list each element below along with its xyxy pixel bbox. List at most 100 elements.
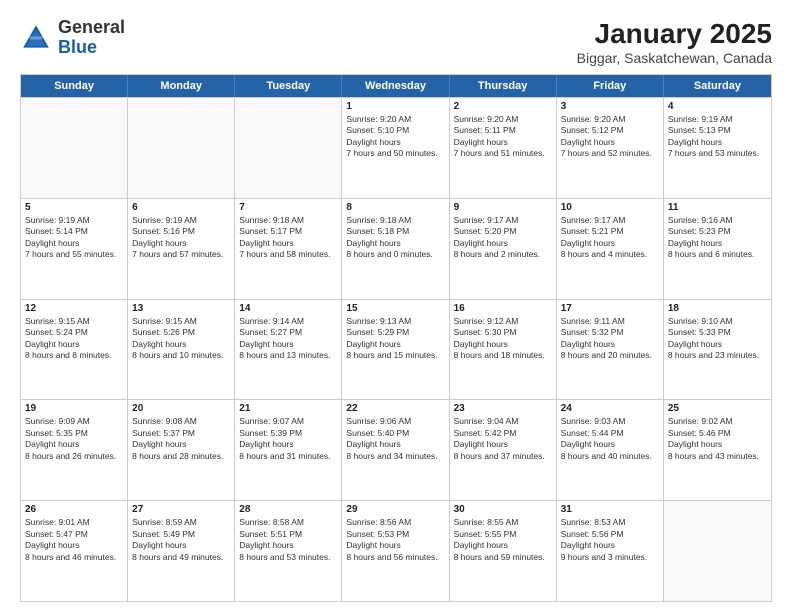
calendar-title: January 2025 <box>577 18 772 50</box>
day-number: 12 <box>25 303 123 314</box>
calendar-cell: 13 Sunrise: 9:15 AMSunset: 5:26 PMDayligh… <box>128 300 235 400</box>
cell-info: Sunrise: 9:12 AMSunset: 5:30 PMDaylight … <box>454 316 552 362</box>
cell-info: Sunrise: 9:01 AMSunset: 5:47 PMDaylight … <box>25 517 123 563</box>
calendar-cell: 27 Sunrise: 8:59 AMSunset: 5:49 PMDayligh… <box>128 501 235 601</box>
cell-info: Sunrise: 8:53 AMSunset: 5:56 PMDaylight … <box>561 517 659 563</box>
calendar-week-5: 26Sunrise: 9:01 AMSunset: 5:47 PMDayligh… <box>21 500 771 601</box>
day-header-monday: Monday <box>128 75 235 97</box>
day-number: 30 <box>454 504 552 515</box>
day-number: 19 <box>25 403 123 414</box>
calendar-cell: 21 Sunrise: 9:07 AMSunset: 5:39 PMDayligh… <box>235 400 342 500</box>
day-number: 15 <box>346 303 444 314</box>
day-number: 1 <box>346 101 444 112</box>
day-header-sunday: Sunday <box>21 75 128 97</box>
calendar-cell: 8Sunrise: 9:18 AMSunset: 5:18 PMDaylight… <box>342 199 449 299</box>
day-number: 28 <box>239 504 337 515</box>
logo-blue: Blue <box>58 37 97 57</box>
calendar: Sunday Monday Tuesday Wednesday Thursday… <box>20 74 772 602</box>
calendar-cell: 18 Sunrise: 9:10 AMSunset: 5:33 PMDayligh… <box>664 300 771 400</box>
day-number: 21 <box>239 403 337 414</box>
cell-info: Sunrise: 9:18 AMSunset: 5:17 PMDaylight … <box>239 215 337 261</box>
day-number: 29 <box>346 504 444 515</box>
calendar-cell: 20Sunrise: 9:08 AMSunset: 5:37 PMDayligh… <box>128 400 235 500</box>
day-number: 16 <box>454 303 552 314</box>
calendar-header-row: Sunday Monday Tuesday Wednesday Thursday… <box>21 75 771 97</box>
page: General Blue January 2025 Biggar, Saskat… <box>0 0 792 612</box>
cell-info: Sunrise: 9:19 AMSunset: 5:14 PMDaylight … <box>25 215 123 261</box>
day-number: 31 <box>561 504 659 515</box>
calendar-cell: 19Sunrise: 9:09 AMSunset: 5:35 PMDayligh… <box>21 400 128 500</box>
cell-info: Sunrise: 9:19 AMSunset: 5:16 PMDaylight … <box>132 215 230 261</box>
day-header-friday: Friday <box>557 75 664 97</box>
day-number: 11 <box>668 202 767 213</box>
logo: General Blue <box>20 18 125 58</box>
cell-info: Sunrise: 9:11 AMSunset: 5:32 PMDaylight … <box>561 316 659 362</box>
day-number: 20 <box>132 403 230 414</box>
calendar-cell: 17 Sunrise: 9:11 AMSunset: 5:32 PMDayligh… <box>557 300 664 400</box>
logo-text: General Blue <box>58 18 125 58</box>
logo-icon <box>20 22 52 54</box>
day-number: 23 <box>454 403 552 414</box>
calendar-cell: 12Sunrise: 9:15 AMSunset: 5:24 PMDayligh… <box>21 300 128 400</box>
day-number: 17 <box>561 303 659 314</box>
header: General Blue January 2025 Biggar, Saskat… <box>20 18 772 66</box>
day-number: 24 <box>561 403 659 414</box>
day-number: 13 <box>132 303 230 314</box>
day-number: 7 <box>239 202 337 213</box>
cell-info: Sunrise: 9:19 AMSunset: 5:13 PMDaylight … <box>668 114 767 160</box>
cell-info: Sunrise: 8:59 AMSunset: 5:49 PMDaylight … <box>132 517 230 563</box>
calendar-cell: 30 Sunrise: 8:55 AMSunset: 5:55 PMDayligh… <box>450 501 557 601</box>
calendar-cell: 25 Sunrise: 9:02 AMSunset: 5:46 PMDayligh… <box>664 400 771 500</box>
calendar-cell: 24 Sunrise: 9:03 AMSunset: 5:44 PMDayligh… <box>557 400 664 500</box>
calendar-cell: 29 Sunrise: 8:56 AMSunset: 5:53 PMDayligh… <box>342 501 449 601</box>
day-number: 18 <box>668 303 767 314</box>
day-number: 10 <box>561 202 659 213</box>
calendar-cell: 5 Sunrise: 9:19 AMSunset: 5:14 PMDaylight… <box>21 199 128 299</box>
day-header-tuesday: Tuesday <box>235 75 342 97</box>
cell-info: Sunrise: 9:04 AMSunset: 5:42 PMDaylight … <box>454 416 552 462</box>
calendar-body: 1 Sunrise: 9:20 AMSunset: 5:10 PMDaylight… <box>21 97 771 601</box>
cell-info: Sunrise: 8:55 AMSunset: 5:55 PMDaylight … <box>454 517 552 563</box>
day-number: 27 <box>132 504 230 515</box>
cell-info: Sunrise: 9:06 AMSunset: 5:40 PMDaylight … <box>346 416 444 462</box>
calendar-cell: 15 Sunrise: 9:13 AMSunset: 5:29 PMDayligh… <box>342 300 449 400</box>
day-number: 25 <box>668 403 767 414</box>
cell-info: Sunrise: 8:56 AMSunset: 5:53 PMDaylight … <box>346 517 444 563</box>
cell-info: Sunrise: 9:07 AMSunset: 5:39 PMDaylight … <box>239 416 337 462</box>
day-number: 8 <box>346 202 444 213</box>
calendar-cell <box>21 98 128 198</box>
cell-info: Sunrise: 9:03 AMSunset: 5:44 PMDaylight … <box>561 416 659 462</box>
cell-info: Sunrise: 9:20 AMSunset: 5:10 PMDaylight … <box>346 114 444 160</box>
cell-info: Sunrise: 9:10 AMSunset: 5:33 PMDaylight … <box>668 316 767 362</box>
cell-info: Sunrise: 9:15 AMSunset: 5:26 PMDaylight … <box>132 316 230 362</box>
calendar-cell: 28Sunrise: 8:58 AMSunset: 5:51 PMDayligh… <box>235 501 342 601</box>
calendar-week-1: 1 Sunrise: 9:20 AMSunset: 5:10 PMDaylight… <box>21 97 771 198</box>
cell-info: Sunrise: 9:20 AMSunset: 5:12 PMDaylight … <box>561 114 659 160</box>
calendar-cell <box>128 98 235 198</box>
cell-info: Sunrise: 9:02 AMSunset: 5:46 PMDaylight … <box>668 416 767 462</box>
calendar-week-3: 12Sunrise: 9:15 AMSunset: 5:24 PMDayligh… <box>21 299 771 400</box>
cell-info: Sunrise: 9:17 AMSunset: 5:20 PMDaylight … <box>454 215 552 261</box>
logo-general: General <box>58 17 125 37</box>
calendar-cell: 10 Sunrise: 9:17 AMSunset: 5:21 PMDayligh… <box>557 199 664 299</box>
calendar-cell: 14Sunrise: 9:14 AMSunset: 5:27 PMDayligh… <box>235 300 342 400</box>
calendar-cell: 26Sunrise: 9:01 AMSunset: 5:47 PMDayligh… <box>21 501 128 601</box>
calendar-cell: 1 Sunrise: 9:20 AMSunset: 5:10 PMDaylight… <box>342 98 449 198</box>
calendar-cell: 23 Sunrise: 9:04 AMSunset: 5:42 PMDayligh… <box>450 400 557 500</box>
day-number: 9 <box>454 202 552 213</box>
calendar-cell: 31 Sunrise: 8:53 AMSunset: 5:56 PMDayligh… <box>557 501 664 601</box>
calendar-cell: 2Sunrise: 9:20 AMSunset: 5:11 PMDaylight… <box>450 98 557 198</box>
day-number: 4 <box>668 101 767 112</box>
calendar-cell: 7 Sunrise: 9:18 AMSunset: 5:17 PMDaylight… <box>235 199 342 299</box>
calendar-cell <box>664 501 771 601</box>
calendar-subtitle: Biggar, Saskatchewan, Canada <box>577 50 772 66</box>
calendar-cell: 6Sunrise: 9:19 AMSunset: 5:16 PMDaylight… <box>128 199 235 299</box>
calendar-cell: 16 Sunrise: 9:12 AMSunset: 5:30 PMDayligh… <box>450 300 557 400</box>
calendar-cell <box>235 98 342 198</box>
day-header-thursday: Thursday <box>450 75 557 97</box>
calendar-week-2: 5 Sunrise: 9:19 AMSunset: 5:14 PMDaylight… <box>21 198 771 299</box>
cell-info: Sunrise: 9:13 AMSunset: 5:29 PMDaylight … <box>346 316 444 362</box>
cell-info: Sunrise: 9:16 AMSunset: 5:23 PMDaylight … <box>668 215 767 261</box>
day-number: 5 <box>25 202 123 213</box>
cell-info: Sunrise: 9:17 AMSunset: 5:21 PMDaylight … <box>561 215 659 261</box>
